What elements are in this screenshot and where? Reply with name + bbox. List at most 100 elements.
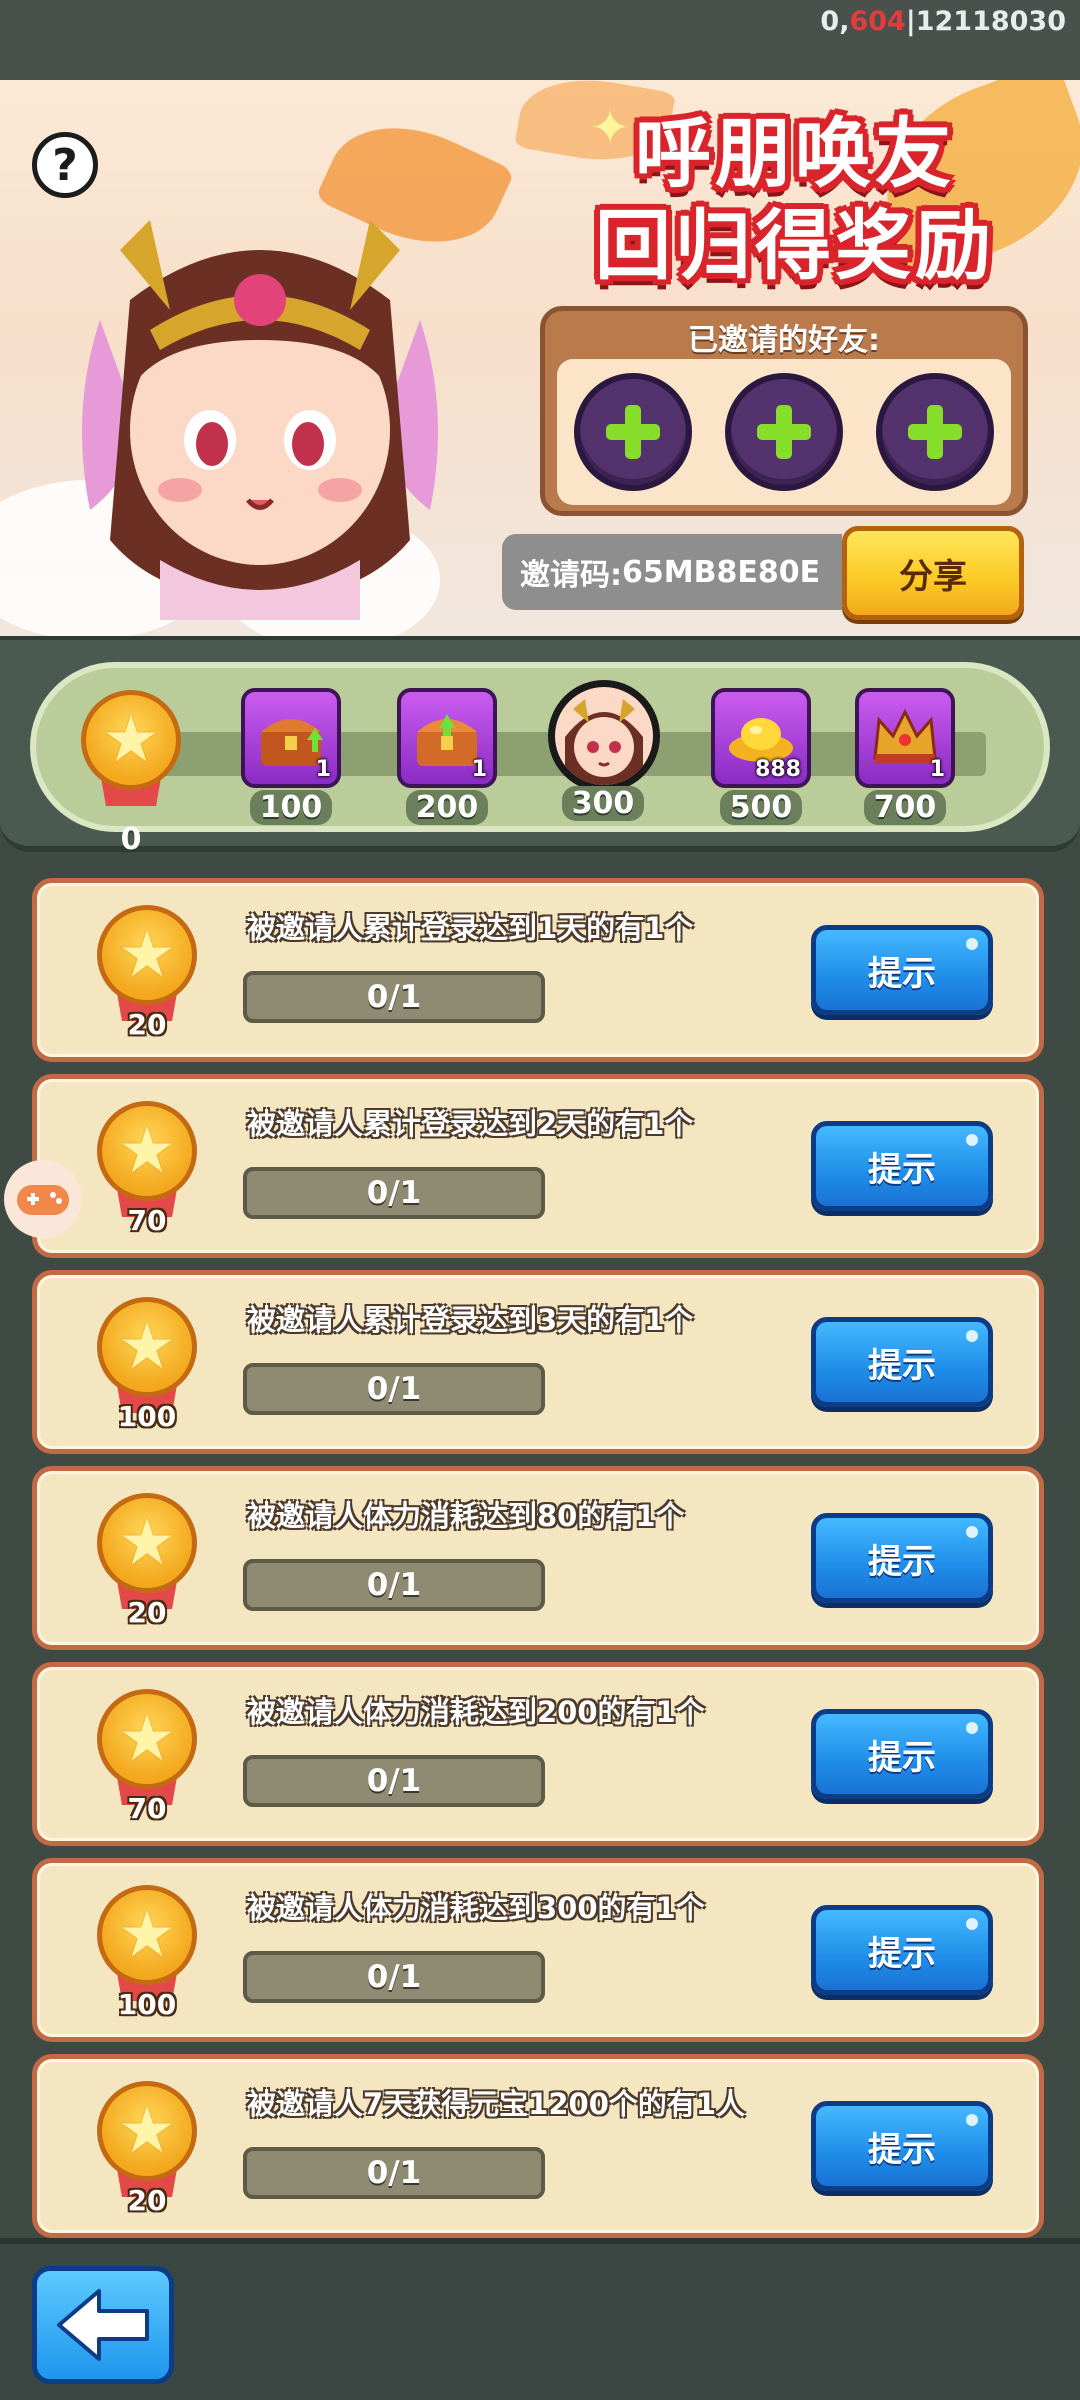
star-medal-icon: ★ 100 [97,1297,197,1433]
star-medal-icon: ★ 70 [97,1101,197,1237]
task-progress: 0/1 [243,1167,545,1219]
upgrade-chest-icon: 1 [241,688,341,788]
task-progress: 0/1 [243,1755,545,1807]
friend-slots [557,359,1011,505]
task-row: ★ 20 被邀请人累计登录达到1天的有1个 0/1 提示 [32,878,1044,1062]
back-button[interactable] [32,2266,174,2384]
reward-value: 100 [117,1400,177,1433]
reward-count: 1 [471,757,487,782]
task-title: 被邀请人累计登录达到3天的有1个 [247,1303,694,1337]
invite-code-label: 邀请码: [520,558,622,593]
star-medal-icon: ★ 20 [97,2081,197,2217]
status-highlight: 604 [849,6,906,37]
reward-count: 888 [755,757,801,782]
milestone-value: 200 [405,790,489,825]
invited-friends-title: 已邀请的好友: [688,323,880,358]
milestone-200[interactable]: 1 200 [392,688,502,825]
milestone-500[interactable]: 888 500 [706,688,816,825]
crown-icon: 1 [855,688,955,788]
reward-value: 70 [127,1204,167,1237]
invite-code-value: 65MB8E80E [622,554,821,590]
star-icon: ★ [118,1898,176,1972]
milestone-700[interactable]: 1 700 [850,688,960,825]
share-button[interactable]: 分享 [842,526,1024,620]
star-icon: ★ [102,703,160,777]
hint-button[interactable]: 提示 [811,1709,993,1799]
reward-value: 20 [127,1596,167,1629]
milestone-value: 500 [719,790,803,825]
task-progress: 0/1 [243,1559,545,1611]
hero-character-portrait [82,220,438,620]
task-row: ★ 100 被邀请人累计登录达到3天的有1个 0/1 提示 [32,1270,1044,1454]
milestone-value: 300 [561,786,645,821]
banner-title-line1: 呼朋唤友 [635,109,955,198]
hint-button[interactable]: 提示 [811,2101,993,2191]
invite-banner: ? ✦ 呼朋唤友 回归得奖励 已邀请的好友: 邀请码: 65MB8E80E 分享 [0,80,1080,636]
hint-button[interactable]: 提示 [811,1317,993,1407]
add-friend-button[interactable] [876,373,995,491]
star-icon: ★ [118,2094,176,2168]
star-icon: ★ [118,1310,176,1384]
bottom-bar [0,2238,1080,2400]
gold-ingot-icon: 888 [711,688,811,788]
star-medal-icon: ★ 20 [97,905,197,1041]
milestone-value: 0 [120,822,142,857]
milestone-100[interactable]: 1 100 [236,688,346,825]
reward-value: 20 [127,2184,167,2217]
invite-code-box: 邀请码: 65MB8E80E [502,534,842,610]
plus-icon [908,405,963,459]
task-row: ★ 70 被邀请人体力消耗达到200的有1个 0/1 提示 [32,1662,1044,1846]
gamepad-icon[interactable] [4,1160,82,1238]
star-icon: ★ [118,918,176,992]
task-row: ★ 70 被邀请人累计登录达到2天的有1个 0/1 提示 [32,1074,1044,1258]
task-title: 被邀请人7天获得元宝1200个的有1人 [247,2087,746,2121]
star-icon: ★ [118,1506,176,1580]
plus-icon [756,405,811,459]
task-title: 被邀请人累计登录达到2天的有1个 [247,1107,694,1141]
milestone-value: 700 [863,790,947,825]
task-progress: 0/1 [243,2147,545,2199]
star-medal-icon: ★ [81,690,181,820]
hero-portrait-icon [548,680,660,792]
task-row: ★ 20 被邀请人7天获得元宝1200个的有1人 0/1 提示 [32,2054,1044,2238]
banner-title-line2: 回归得奖励 [595,201,995,290]
task-progress: 0/1 [243,1951,545,2003]
milestone-300[interactable]: 300 [548,680,660,821]
task-row: ★ 100 被邀请人体力消耗达到300的有1个 0/1 提示 [32,1858,1044,2042]
milestone-track: ★ 0 1 100 1 200 300 888 500 1 700 [30,662,1050,857]
task-progress: 0/1 [243,971,545,1023]
star-icon: ★ [118,1702,176,1776]
hint-button[interactable]: 提示 [811,1513,993,1603]
reward-value: 70 [127,1792,167,1825]
hint-button[interactable]: 提示 [811,1121,993,1211]
reward-count: 1 [315,757,331,782]
task-progress: 0/1 [243,1363,545,1415]
reward-value: 20 [127,1008,167,1041]
banner-title: 呼朋唤友 回归得奖励 [560,108,1030,292]
back-arrow-icon [57,2289,149,2361]
hint-button[interactable]: 提示 [811,925,993,1015]
reward-count: 1 [929,757,945,782]
milestone-0: ★ 0 [76,690,186,857]
task-title: 被邀请人体力消耗达到300的有1个 [247,1891,705,1925]
star-icon: ★ [118,1114,176,1188]
task-title: 被邀请人体力消耗达到80的有1个 [247,1499,685,1533]
status-suffix: |12118030 [905,6,1066,37]
add-friend-button[interactable] [573,373,692,491]
star-medal-icon: ★ 70 [97,1689,197,1825]
milestone-value: 100 [249,790,333,825]
reward-value: 100 [117,1988,177,2021]
add-friend-button[interactable] [724,373,843,491]
task-title: 被邀请人体力消耗达到200的有1个 [247,1695,705,1729]
status-prefix: 0, [820,6,850,37]
plus-icon [605,405,660,459]
upgrade-chest-icon: 1 [397,688,497,788]
milestone-track-panel: ★ 0 1 100 1 200 300 888 500 1 700 [0,636,1080,857]
status-bar: 0,604|12118030 [0,0,1080,80]
star-medal-icon: ★ 20 [97,1493,197,1629]
status-text: 0,604|12118030 [820,6,1066,37]
hint-button[interactable]: 提示 [811,1905,993,1995]
star-medal-icon: ★ 100 [97,1885,197,2021]
task-row: ★ 20 被邀请人体力消耗达到80的有1个 0/1 提示 [32,1466,1044,1650]
invited-friends-panel: 已邀请的好友: [540,306,1028,516]
